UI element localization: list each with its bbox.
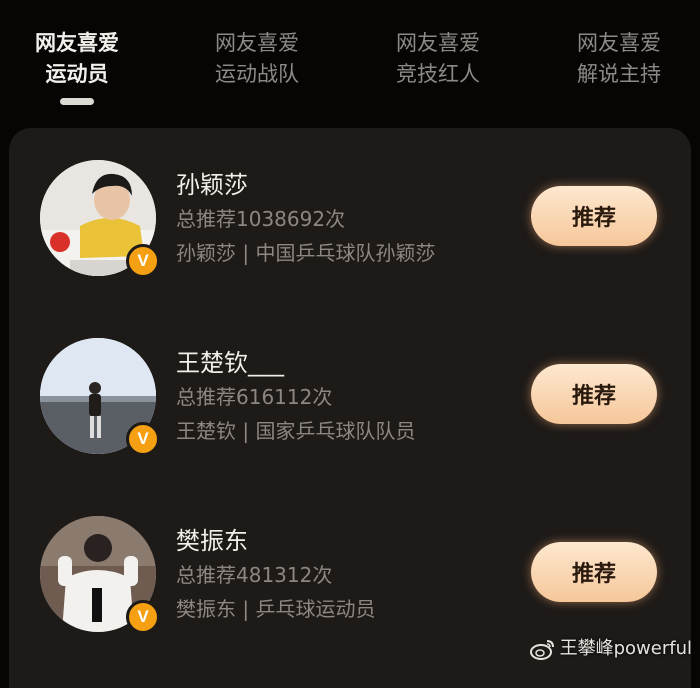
tab-label-line2: 运动员 [45, 62, 109, 86]
tab-label-line1: 网友喜爱 [577, 31, 661, 55]
tab-label-line2: 运动战队 [215, 62, 299, 86]
tab-label-line2: 解说主持 [577, 62, 661, 86]
recommend-button[interactable]: 推荐 [531, 364, 657, 424]
athlete-name[interactable]: 樊振东 [176, 524, 248, 558]
tab-influencers[interactable]: 网友喜爱 竞技红人 [363, 28, 513, 90]
tab-label-line2: 竞技红人 [396, 62, 480, 86]
category-tabs: 网友喜爱 运动员 网友喜爱 运动战队 网友喜爱 竞技红人 网友喜爱 解说主持 [0, 0, 700, 120]
list-item: V 樊振东 总推荐481312次 樊振东 | 乒乓球运动员 推荐 [9, 516, 691, 646]
list-item: V 孙颖莎 总推荐1038692次 孙颖莎 | 中国乒乓球队孙颖莎 推荐 [9, 160, 691, 290]
athlete-description: 王楚钦 | 国家乒乓球队队员 [176, 419, 416, 443]
tab-label-line1: 网友喜爱 [396, 31, 480, 55]
recommend-count: 总推荐616112次 [176, 385, 333, 409]
tab-athletes[interactable]: 网友喜爱 运动员 [2, 28, 152, 90]
watermark: 王攀峰powerful [529, 636, 692, 662]
weibo-logo-icon [529, 640, 554, 660]
tab-label-line1: 网友喜爱 [35, 31, 119, 55]
tab-teams[interactable]: 网友喜爱 运动战队 [182, 28, 332, 90]
list-item: V 王楚钦___ 总推荐616112次 王楚钦 | 国家乒乓球队队员 推荐 [9, 338, 691, 468]
verified-icon: V [126, 600, 160, 634]
athlete-name[interactable]: 孙颖莎 [176, 168, 248, 202]
tab-label-line1: 网友喜爱 [215, 31, 299, 55]
athlete-description: 樊振东 | 乒乓球运动员 [176, 597, 376, 621]
recommend-button[interactable]: 推荐 [531, 542, 657, 602]
active-tab-indicator [60, 98, 94, 105]
verified-icon: V [126, 422, 160, 456]
athlete-name[interactable]: 王楚钦___ [176, 346, 284, 380]
verified-icon: V [126, 244, 160, 278]
recommend-count: 总推荐481312次 [176, 563, 333, 587]
athlete-list: V 孙颖莎 总推荐1038692次 孙颖莎 | 中国乒乓球队孙颖莎 推荐 V 王… [9, 128, 691, 688]
tab-commentators[interactable]: 网友喜爱 解说主持 [544, 28, 694, 90]
athlete-description: 孙颖莎 | 中国乒乓球队孙颖莎 [176, 241, 436, 265]
recommend-button[interactable]: 推荐 [531, 186, 657, 246]
watermark-text: 王攀峰powerful [559, 638, 692, 659]
recommend-count: 总推荐1038692次 [176, 207, 346, 231]
